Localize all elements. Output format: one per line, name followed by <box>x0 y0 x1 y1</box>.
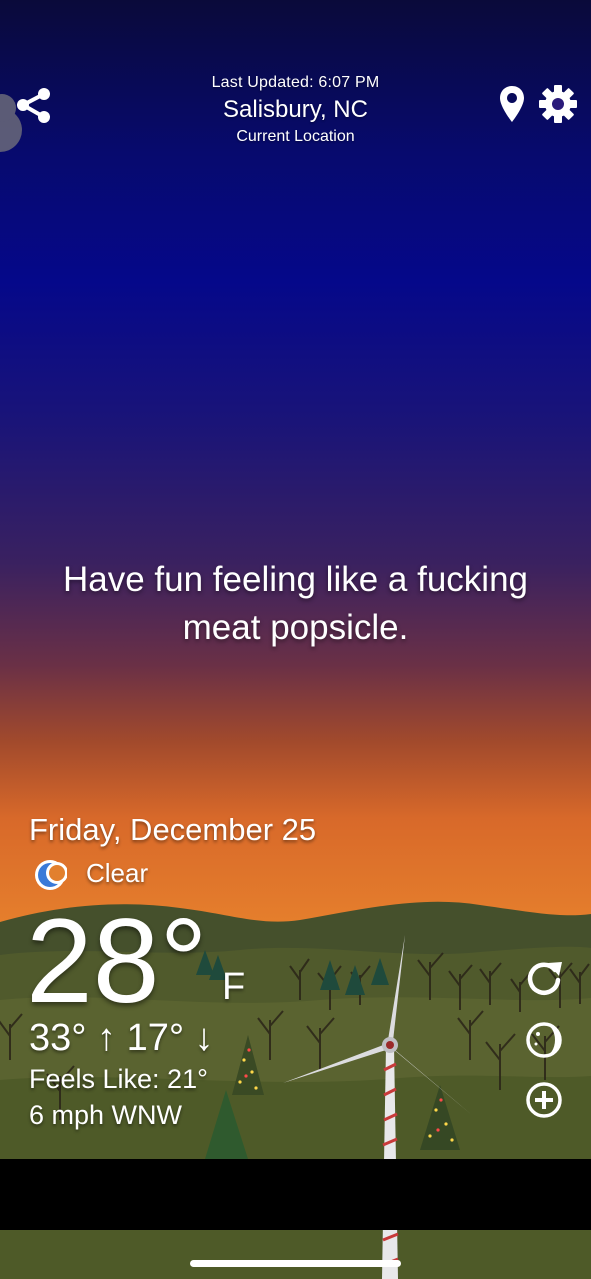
add-location-button[interactable] <box>524 1080 564 1120</box>
date-text: Friday, December 25 <box>29 812 317 847</box>
location-pin-icon <box>500 86 524 122</box>
add-circle-icon <box>526 1082 562 1118</box>
weather-message: Have fun feeling like a fucking meat pop… <box>63 560 528 647</box>
refresh-button[interactable] <box>524 958 564 998</box>
feels-like-text: Feels Like: 21° <box>29 1064 208 1094</box>
high-low-temperature: 33° ↑ 17° ↓ <box>29 1017 214 1059</box>
wind-text: 6 mph WNW <box>29 1100 183 1130</box>
moon-phase-button[interactable] <box>524 1020 564 1060</box>
home-indicator[interactable] <box>190 1260 401 1267</box>
current-temperature: 28° <box>26 894 208 1028</box>
crescent-moon-icon <box>35 860 67 890</box>
condition-text: Clear <box>86 858 149 888</box>
refresh-icon <box>527 962 562 995</box>
location-button[interactable] <box>498 84 526 124</box>
moon-phase-icon <box>526 1022 562 1058</box>
gear-icon <box>539 85 577 123</box>
location-label: Current Location <box>236 128 355 145</box>
settings-button[interactable] <box>538 84 578 124</box>
banner-area <box>0 1159 591 1230</box>
temperature-unit[interactable]: F <box>222 966 245 1009</box>
